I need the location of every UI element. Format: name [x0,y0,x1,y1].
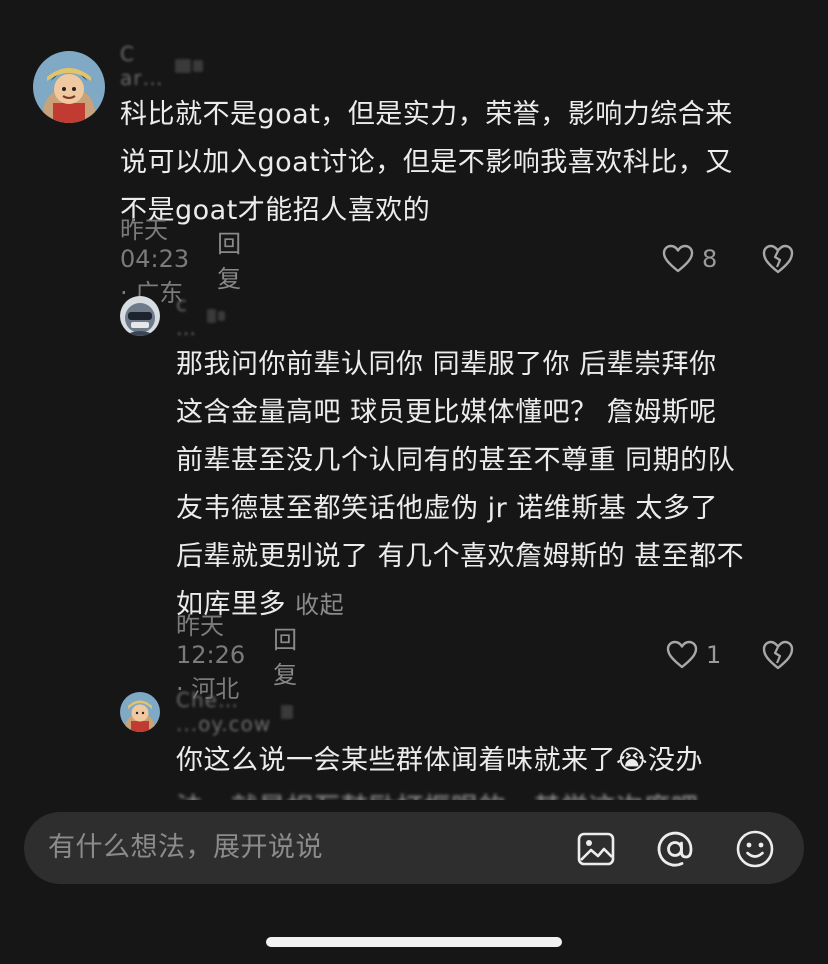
broken-heart-icon[interactable] [761,242,795,276]
comment-text-line: 那我问你前辈认同你 同辈服了你 后辈崇拜你 [176,349,717,380]
reply-button[interactable]: 回复 [217,224,241,294]
comment-text-line: 前辈甚至没几个认同有的甚至不尊重 同期的队 [176,445,736,476]
image-icon[interactable] [576,829,616,869]
at-mention-icon[interactable] [655,829,695,869]
username-blurred[interactable]: C ar… [120,42,204,90]
like-count: 8 [702,245,718,273]
like-count: 1 [706,641,722,669]
username-text: Che… ...oy.cow [176,688,272,736]
username-blurred[interactable]: Che… ...oy.cow [176,688,294,736]
broken-heart-icon[interactable] [761,638,795,672]
username-text: C ar… [120,42,164,90]
comment-text-line: 科比就不是goat，但是实力，荣誉，影响力综合来 [120,99,733,130]
redacted-block [192,60,204,72]
anime-avatar-icon [33,51,105,123]
home-indicator[interactable] [266,937,562,947]
comment-text-line: 说可以加入goat讨论，但是不影响我喜欢科比，又 [120,147,733,178]
like-button[interactable]: 1 [666,637,721,673]
comment-text-line: 友韦德甚至都笑话他虚伪 jr 诺维斯基 太多了 [176,493,718,524]
comment-text[interactable]: 科比就不是goat，但是实力，荣誉，影响力综合来 说可以加入goat讨论，但是不… [120,91,733,235]
comment-text-line: 这含金量高吧 球员更比媒体懂吧？ 詹姆斯呢 [176,397,717,428]
redacted-block [218,311,225,321]
comment-text-line-last: 如库里多 收起 [176,581,744,629]
redacted-block [280,705,294,719]
collapse-link[interactable]: 收起 [295,591,344,619]
reply-button[interactable]: 回复 [273,620,297,690]
comment-meta: 昨天 04:23 · 广东 回复 [120,216,241,307]
comment-text-line: 你这么说一会某些群体闻着味就来了😭没办 [176,745,704,776]
masked-avatar-icon [120,296,160,336]
comment-input-placeholder[interactable]: 有什么想法，展开说说 [48,812,323,884]
comment-text[interactable]: 那我问你前辈认同你 同辈服了你 后辈崇拜你 这含金量高吧 球员更比媒体懂吧？ 詹… [176,341,744,629]
heart-icon [666,640,698,669]
heart-icon [662,244,694,273]
user-avatar[interactable] [120,692,160,732]
redacted-block [207,309,217,323]
comment-text-line: 不是goat才能招人喜欢的 [120,195,431,226]
redacted-block [174,59,191,73]
username-text: c … [176,292,197,340]
like-button[interactable]: 8 [662,241,717,277]
comment-text-line: 后辈就更别说了 有几个喜欢詹姆斯的 甚至都不 [176,541,745,572]
comment-meta: 昨天 12:26 · 河北 回复 [176,612,297,703]
anime-avatar-icon [120,692,160,732]
comment-input-bar[interactable]: 有什么想法，展开说说 [24,812,804,884]
user-avatar[interactable] [120,296,160,336]
username-blurred[interactable]: c … [176,292,225,340]
emoji-icon[interactable] [735,829,775,869]
user-avatar[interactable] [33,51,105,123]
